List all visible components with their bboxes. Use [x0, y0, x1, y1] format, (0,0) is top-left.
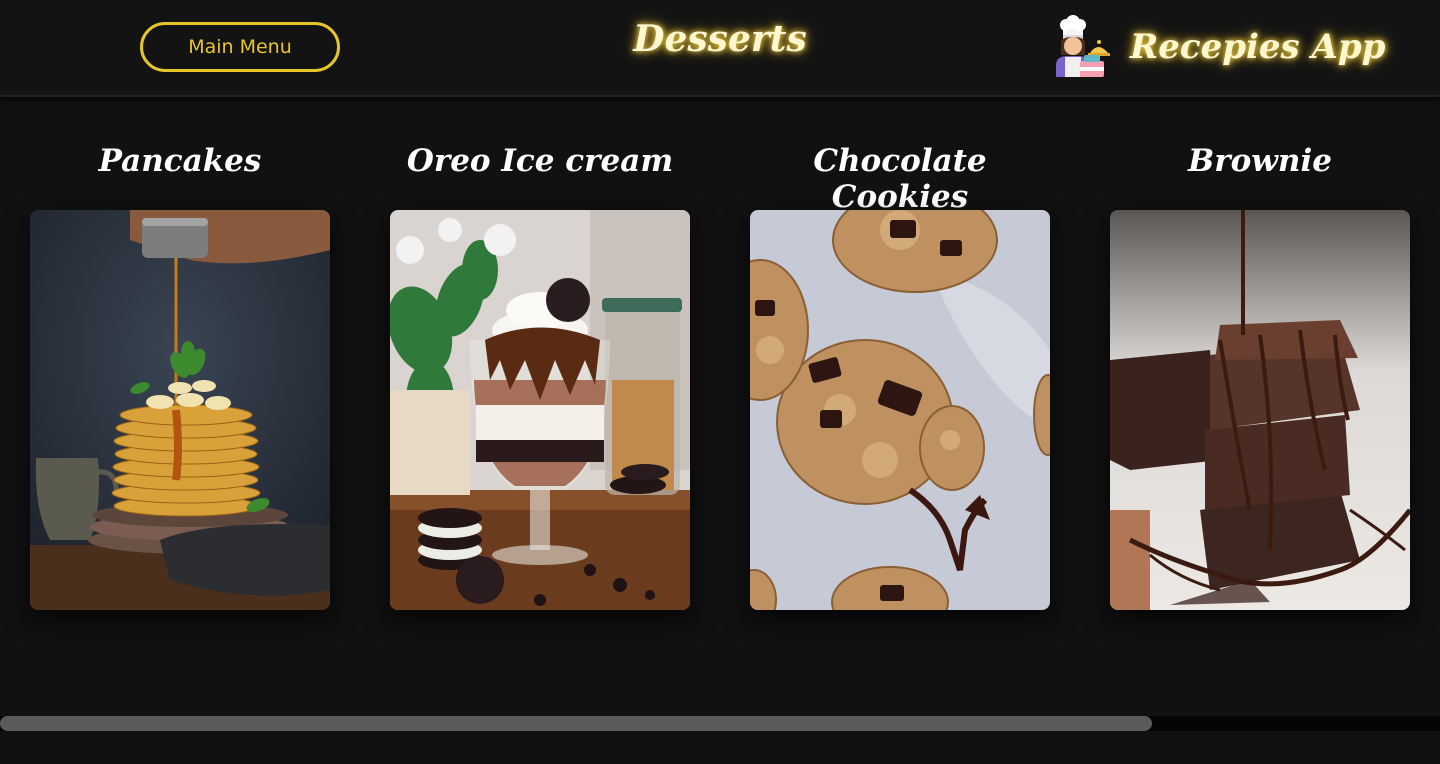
- chef-icon: [1056, 15, 1110, 77]
- card-brownie[interactable]: [1110, 210, 1410, 610]
- card-oreo-ice-cream[interactable]: [390, 210, 690, 610]
- brownie-photo: [1110, 210, 1410, 610]
- brand: Recepies App: [1050, 14, 1385, 80]
- page-title: Desserts: [633, 18, 807, 60]
- card-title-oreo-ice-cream: Oreo Ice cream: [406, 143, 674, 179]
- card-pancakes[interactable]: [30, 210, 330, 610]
- card-chocolate-cookies[interactable]: [750, 210, 1050, 610]
- chocolate-cookies-photo: [750, 210, 1050, 610]
- card-title-pancakes: Pancakes: [98, 143, 262, 179]
- horizontal-scrollbar[interactable]: [0, 716, 1440, 731]
- brand-name: Recepies App: [1130, 27, 1386, 67]
- main-menu-button[interactable]: Main Menu: [140, 22, 340, 72]
- pancakes-photo: [30, 210, 330, 610]
- card-title-chocolate-cookies: Chocolate Cookies: [813, 143, 987, 215]
- oreo-ice-cream-photo: [390, 210, 690, 610]
- card-title-brownie: Brownie: [1188, 143, 1332, 179]
- app-header: Main Menu Desserts Recepies App: [0, 0, 1440, 97]
- scrollbar-thumb[interactable]: [0, 716, 1152, 731]
